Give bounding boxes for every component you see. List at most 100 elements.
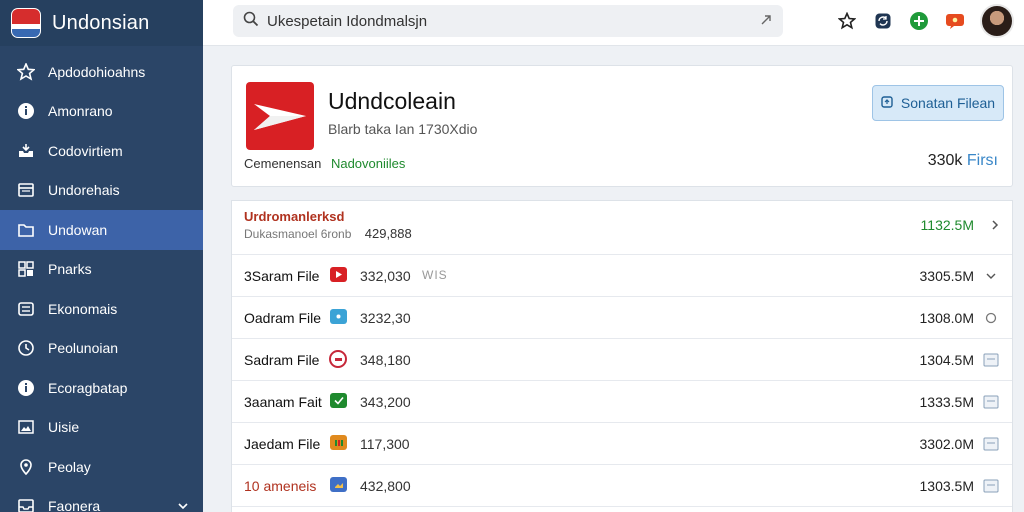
file-name: Jaedam File <box>244 436 321 452</box>
sync-icon[interactable] <box>872 10 894 32</box>
file-count: 330k Firsı <box>928 152 998 170</box>
image-icon <box>16 417 36 437</box>
sidebar-item-label: Uisie <box>48 419 80 436</box>
add-icon[interactable] <box>908 10 930 32</box>
app-header-card: Udndcoleain Blarb taka Ian 1730Xdio Ceme… <box>231 65 1013 187</box>
app-logo-icon <box>246 82 314 150</box>
list-item[interactable]: Jaedam File 117,300 3302.0M <box>232 423 1012 465</box>
sidebar-item-9[interactable]: Uisie <box>0 408 203 448</box>
list-item[interactable]: 10 ameneis 432,800 1303.5M <box>232 465 1012 507</box>
sidebar-item-6[interactable]: Ekonomais <box>0 289 203 329</box>
list-header-size: 1132.5M <box>920 217 974 233</box>
file-name: 3Saram File <box>244 268 320 284</box>
meta-value[interactable]: Nadovoniiles <box>331 156 405 171</box>
archive-icon <box>330 435 347 450</box>
list-item[interactable]: Oadram File 3232,30 1308.0M <box>232 297 1012 339</box>
grid-icon <box>16 259 36 279</box>
file-size: 1304.5M <box>919 352 974 368</box>
sidebar-item-7[interactable]: Peolunoian <box>0 329 203 369</box>
sidebar-item-4[interactable]: Undowan <box>0 210 203 250</box>
circle-icon[interactable] <box>982 309 1000 326</box>
file-count: 432,800 <box>360 478 411 494</box>
notification-icon[interactable] <box>944 10 966 32</box>
app-subtitle: Blarb taka Ian 1730Xdio <box>328 121 478 137</box>
sidebar-item-0[interactable]: Apdodohioahns <box>0 52 203 92</box>
sidebar-item-3[interactable]: Undorehais <box>0 171 203 211</box>
app-title: Udndcoleain <box>328 88 456 114</box>
file-count: 348,180 <box>360 352 411 368</box>
screen-icon[interactable] <box>982 393 1000 410</box>
file-size: 1303.5M <box>919 478 974 494</box>
file-name: Oadram File <box>244 310 322 326</box>
file-count: 343,200 <box>360 394 411 410</box>
file-count: 3232,30 <box>360 310 411 326</box>
sidebar-item-label: Codovirtiem <box>48 142 123 159</box>
flag-logo-icon <box>12 9 40 37</box>
file-list: Urdromanlerksd Dukasmanoel 6ronb 429,888… <box>231 200 1013 512</box>
chevron-down-icon[interactable] <box>982 267 1000 284</box>
list-header-desc-text: Dukasmanoel 6ronb <box>244 227 352 241</box>
avatar[interactable] <box>980 4 1014 38</box>
primary-action-label: Sonatan Filean <box>900 95 996 111</box>
file-size: 1308.0M <box>919 310 974 326</box>
sidebar-item-1[interactable]: Amonrano <box>0 92 203 132</box>
search-box[interactable] <box>233 5 783 37</box>
file-ext: WIS <box>422 268 448 282</box>
brand-name: Undonsian <box>52 11 150 34</box>
list-header-row[interactable]: Urdromanlerksd Dukasmanoel 6ronb 429,888… <box>232 201 1012 255</box>
screen-icon[interactable] <box>982 435 1000 452</box>
sidebar-item-label: Ecoragbatap <box>48 379 128 396</box>
expand-icon[interactable] <box>759 13 773 32</box>
location-icon <box>16 457 36 477</box>
check-icon <box>330 393 347 408</box>
screen-icon[interactable] <box>982 477 1000 494</box>
sidebar-item-label: Apdodohioahns <box>48 63 146 80</box>
file-name: Sadram File <box>244 352 320 368</box>
folder-icon <box>16 220 36 240</box>
sidebar-item-5[interactable]: Pnarks <box>0 250 203 290</box>
sidebar-item-label: Peolunoian <box>48 340 119 357</box>
sidebar-nav: Apdodohioahns Amonrano Codovirtiem Undor… <box>0 46 203 512</box>
list-item[interactable]: Sadram File 348,180 1304.5M <box>232 339 1012 381</box>
upload-icon <box>881 95 893 111</box>
file-count-value: 330k <box>927 152 963 169</box>
info-icon <box>16 378 36 398</box>
sidebar-item-10[interactable]: Peolay <box>0 447 203 487</box>
sidebar-item-label: Undorehais <box>48 182 120 199</box>
file-count: 332,030 <box>360 268 411 284</box>
sidebar: Undonsian Apdodohioahns Amonrano Codovir… <box>0 0 203 512</box>
file-count-unit: Firsı <box>966 152 998 169</box>
photo-icon <box>330 477 347 492</box>
file-name: 3aanam Fait <box>244 394 322 410</box>
sidebar-item-11[interactable]: Faonera <box>0 487 203 512</box>
sidebar-item-8[interactable]: Ecoragbatap <box>0 368 203 408</box>
chevron-right-icon[interactable] <box>990 218 1000 236</box>
badge-icon <box>329 350 347 368</box>
file-size: 3305.5M <box>919 268 974 284</box>
clock-icon <box>16 338 36 358</box>
chevron-down-icon[interactable] <box>177 499 189 512</box>
search-icon <box>243 11 259 32</box>
brand[interactable]: Undonsian <box>0 0 203 46</box>
play-icon <box>330 267 347 282</box>
sidebar-item-label: Peolay <box>48 458 91 475</box>
sidebar-item-label: Undowan <box>48 221 108 238</box>
list-item[interactable]: 3Saram File 332,030 WIS 3305.5M <box>232 255 1012 297</box>
sidebar-item-label: Pnarks <box>48 261 92 278</box>
file-size: 1333.5M <box>919 394 974 410</box>
search-input[interactable] <box>267 12 737 30</box>
file-count: 117,300 <box>360 436 410 452</box>
list-item[interactable]: 3aanam Fait 343,200 1333.5M <box>232 381 1012 423</box>
list-header-num: 429,888 <box>364 226 412 241</box>
list-header-title: Urdromanlerksd <box>244 209 345 224</box>
file-name: 10 ameneis <box>244 478 317 494</box>
list-header-desc: Dukasmanoel 6ronb 429,888 <box>244 226 412 241</box>
star-icon[interactable] <box>836 10 858 32</box>
sidebar-item-label: Faonera <box>48 498 101 512</box>
file-size: 3302.0M <box>919 436 974 452</box>
primary-action-button[interactable]: Sonatan Filean <box>872 85 1004 121</box>
app-meta: Cemenensan Nadovoniiles <box>244 156 405 171</box>
screen-icon[interactable] <box>982 351 1000 368</box>
sidebar-item-2[interactable]: Codovirtiem <box>0 131 203 171</box>
inbox-icon <box>16 496 36 512</box>
